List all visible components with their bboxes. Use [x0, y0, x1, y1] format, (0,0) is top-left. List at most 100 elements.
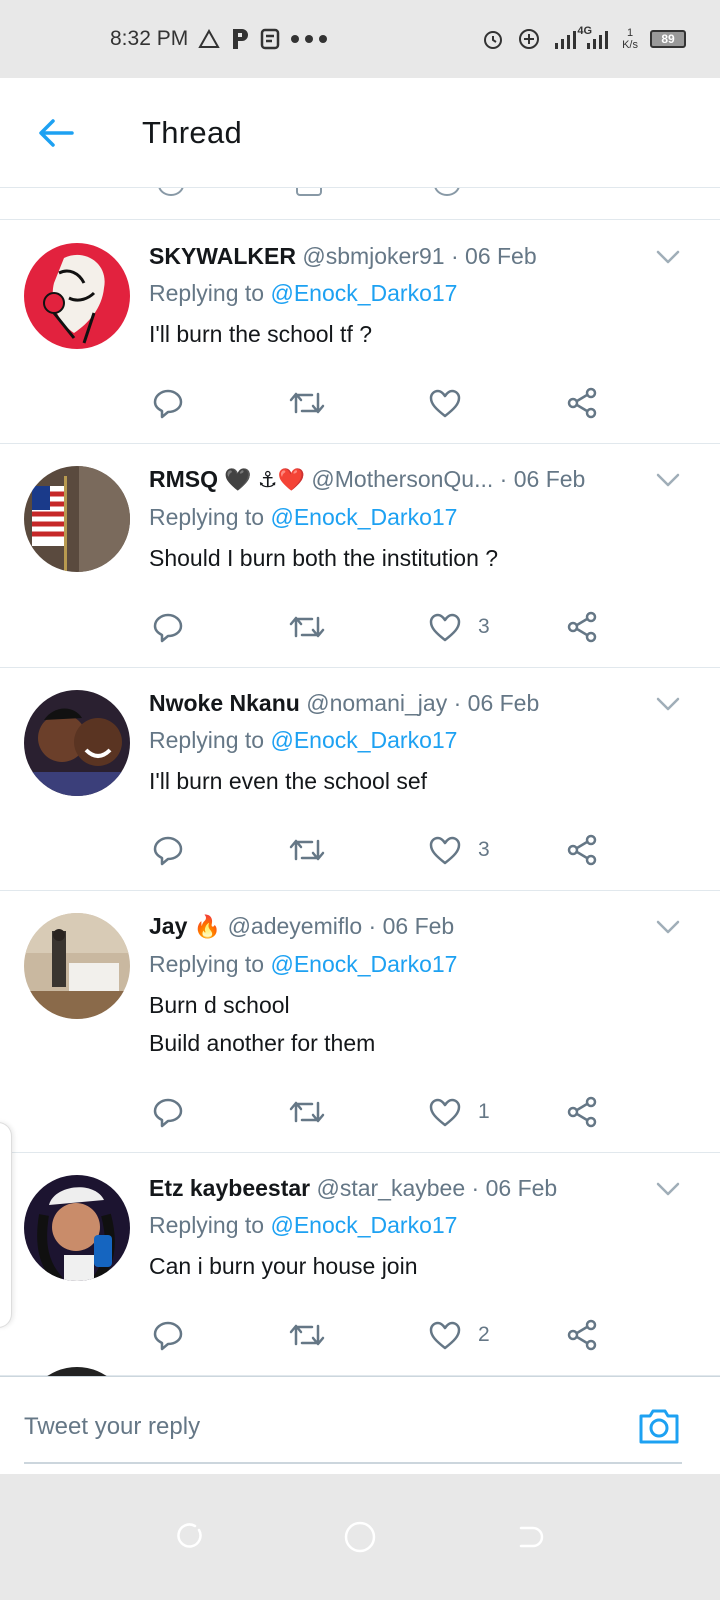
reply-button[interactable]: [152, 1096, 184, 1128]
status-time: 8:32 PM: [110, 27, 189, 50]
reply-button[interactable]: [152, 834, 184, 866]
tweet-body: RMSQ 🖤 ⚓❤️ @MothersonQu... · 06 Feb Repl…: [149, 462, 660, 577]
reply-icon: [152, 611, 184, 643]
reply-icon: [152, 834, 184, 866]
retweet-button[interactable]: [288, 612, 326, 642]
side-drawer-handle[interactable]: [0, 1122, 12, 1328]
mention-link[interactable]: @Enock_Darko17: [270, 1212, 457, 1238]
replying-to: Replying to @Enock_Darko17: [149, 944, 660, 984]
share-button[interactable]: [566, 1096, 598, 1128]
mention-link[interactable]: @Enock_Darko17: [270, 951, 457, 977]
tweet-item[interactable]: RMSQ 🖤 ⚓❤️ @MothersonQu... · 06 Feb Repl…: [0, 444, 720, 668]
chevron-down-icon[interactable]: [656, 249, 680, 265]
data-saver-icon: [517, 27, 541, 51]
tweet-text-line: Should I burn both the institution ?: [149, 545, 499, 571]
chevron-down-icon[interactable]: [656, 472, 680, 488]
display-name[interactable]: Jay: [149, 913, 187, 939]
back-nav-button[interactable]: [510, 1517, 550, 1557]
like-count: 3: [478, 615, 490, 638]
retweet-button[interactable]: [288, 835, 326, 865]
heart-icon: [428, 1097, 462, 1127]
retweet-icon: [288, 612, 326, 642]
chevron-down-icon[interactable]: [656, 919, 680, 935]
p-app-icon: [230, 27, 250, 51]
like-button[interactable]: [428, 388, 478, 418]
tweet-actions: 1: [0, 1072, 720, 1152]
avatar[interactable]: [24, 243, 130, 349]
tweet-date: 06 Feb: [485, 1175, 558, 1201]
tweet-text-line: Build another for them: [149, 1030, 376, 1056]
avatar[interactable]: [24, 1175, 130, 1281]
chevron-down-icon[interactable]: [656, 1181, 680, 1197]
warning-icon: [198, 29, 220, 49]
tweet-text: Can i burn your house join: [149, 1247, 660, 1285]
back-icon: [519, 1526, 544, 1548]
tweet-date: 06 Feb: [467, 690, 540, 716]
reply-button[interactable]: [152, 611, 184, 643]
tweet-item[interactable]: Jay 🔥 @adeyemiflo · 06 Feb Replying to @…: [0, 891, 720, 1153]
like-button[interactable]: 3: [428, 835, 490, 865]
home-button[interactable]: [340, 1517, 380, 1557]
retweet-icon[interactable]: [296, 188, 322, 196]
tweet-header: Nwoke Nkanu @nomani_jay · 06 Feb: [149, 686, 660, 720]
tweet-text: I'll burn the school tf ?: [149, 315, 660, 353]
like-count: 3: [478, 838, 490, 861]
reply-icon: [152, 387, 184, 419]
avatar[interactable]: [24, 466, 130, 572]
user-handle[interactable]: @MothersonQu...: [311, 466, 493, 492]
tweet-item[interactable]: Etz kaybeestar @star_kaybee · 06 Feb Rep…: [0, 1153, 720, 1376]
like-button[interactable]: 3: [428, 612, 490, 642]
replying-label: Replying to: [149, 727, 265, 753]
share-button[interactable]: [566, 611, 598, 643]
tweet-text: Burn d school Build another for them: [149, 986, 660, 1062]
camera-button[interactable]: [638, 1407, 680, 1445]
reply-input[interactable]: Tweet your reply: [24, 1399, 624, 1455]
like-icon[interactable]: [434, 188, 460, 196]
back-button[interactable]: [26, 103, 86, 163]
tweet-item[interactable]: Nwoke Nkanu @nomani_jay · 06 Feb Replyin…: [0, 668, 720, 891]
tweet-text: I'll burn even the school sef: [149, 762, 660, 800]
avatar[interactable]: [24, 913, 130, 1019]
user-handle[interactable]: @nomani_jay: [306, 690, 447, 716]
tweet-body: Jay 🔥 @adeyemiflo · 06 Feb Replying to @…: [149, 909, 660, 1062]
more-dots-icon: [290, 34, 328, 44]
retweet-icon: [288, 1097, 326, 1127]
display-name[interactable]: RMSQ: [149, 466, 218, 492]
replying-to: Replying to @Enock_Darko17: [149, 720, 660, 760]
user-handle[interactable]: @adeyemiflo: [228, 913, 363, 939]
app-icon: [260, 28, 280, 50]
previous-tweet-actions: [0, 188, 720, 220]
home-icon: [344, 1521, 376, 1553]
tweet-text-line: Burn d school: [149, 992, 290, 1018]
like-button[interactable]: 1: [428, 1097, 490, 1127]
tweet-text: Should I burn both the institution ?: [149, 539, 660, 577]
separator-dot: ·: [368, 913, 377, 939]
net-speed: 1 K/s: [622, 27, 638, 51]
reply-bar: Tweet your reply: [0, 1376, 720, 1474]
separator-dot: ·: [453, 690, 462, 716]
tweet-actions: 3: [0, 587, 720, 667]
recents-button[interactable]: [170, 1517, 210, 1557]
avatar[interactable]: [24, 690, 130, 796]
display-name[interactable]: Etz kaybeestar: [149, 1175, 310, 1201]
reply-icon[interactable]: [158, 188, 184, 196]
retweet-button[interactable]: [288, 388, 326, 418]
reply-button[interactable]: [152, 387, 184, 419]
chevron-down-icon[interactable]: [656, 696, 680, 712]
tweet-text-line: I'll burn even the school sef: [149, 768, 427, 794]
heart-icon: [428, 388, 462, 418]
mention-link[interactable]: @Enock_Darko17: [270, 504, 457, 530]
next-tweet-partial: [0, 1345, 720, 1377]
tweet-item[interactable]: SKYWALKER @sbmjoker91 · 06 Feb Replying …: [0, 221, 720, 444]
user-handle[interactable]: @sbmjoker91: [302, 243, 444, 269]
separator-dot: ·: [471, 1175, 480, 1201]
user-handle[interactable]: @star_kaybee: [316, 1175, 465, 1201]
display-name[interactable]: Nwoke Nkanu: [149, 690, 300, 716]
share-icon: [566, 834, 598, 866]
display-name[interactable]: SKYWALKER: [149, 243, 296, 269]
mention-link[interactable]: @Enock_Darko17: [270, 727, 457, 753]
share-button[interactable]: [566, 834, 598, 866]
mention-link[interactable]: @Enock_Darko17: [270, 280, 457, 306]
share-button[interactable]: [566, 387, 598, 419]
retweet-button[interactable]: [288, 1097, 326, 1127]
